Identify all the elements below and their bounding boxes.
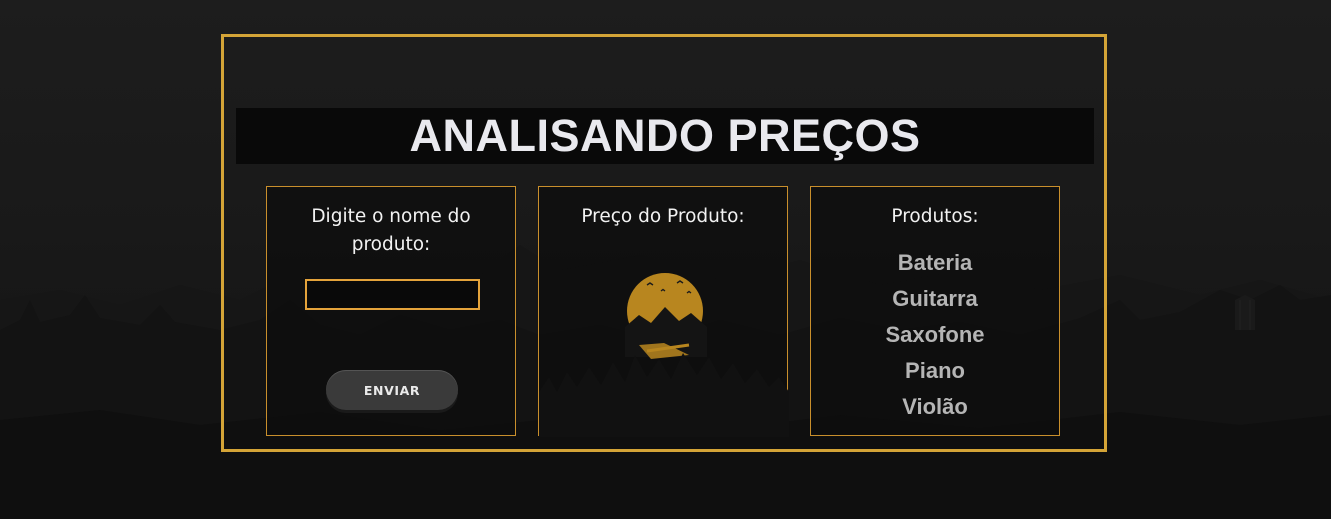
product-item-violao: Violão: [902, 394, 968, 419]
product-input-panel: Digite o nome do produto: ENVIAR: [266, 186, 516, 436]
product-item-saxofone: Saxofone: [885, 322, 985, 347]
title-bar: ANALISANDO PREÇOS: [236, 108, 1094, 164]
price-result: [559, 247, 769, 277]
products-panel: Produtos: Bateria Guitarra Saxofone Pian…: [810, 186, 1060, 436]
send-button[interactable]: ENVIAR: [326, 370, 458, 410]
product-input-heading: Digite o nome do produto:: [311, 206, 471, 255]
price-panel: Preço do Produto:: [538, 186, 789, 437]
page: ANALISANDO PREÇOS Digite o nome do produ…: [0, 0, 1331, 519]
price-heading: Preço do Produto:: [581, 206, 745, 227]
products-heading: Produtos:: [891, 206, 979, 227]
product-item-piano: Piano: [905, 358, 965, 383]
product-item-bateria: Bateria: [897, 250, 973, 275]
product-name-input[interactable]: [305, 279, 480, 310]
main-frame: ANALISANDO PREÇOS Digite o nome do produ…: [221, 34, 1107, 452]
product-list: Bateria Guitarra Saxofone Piano Violão: [811, 245, 1059, 425]
product-item-guitarra: Guitarra: [892, 286, 978, 311]
page-title: ANALISANDO PREÇOS: [409, 110, 921, 161]
